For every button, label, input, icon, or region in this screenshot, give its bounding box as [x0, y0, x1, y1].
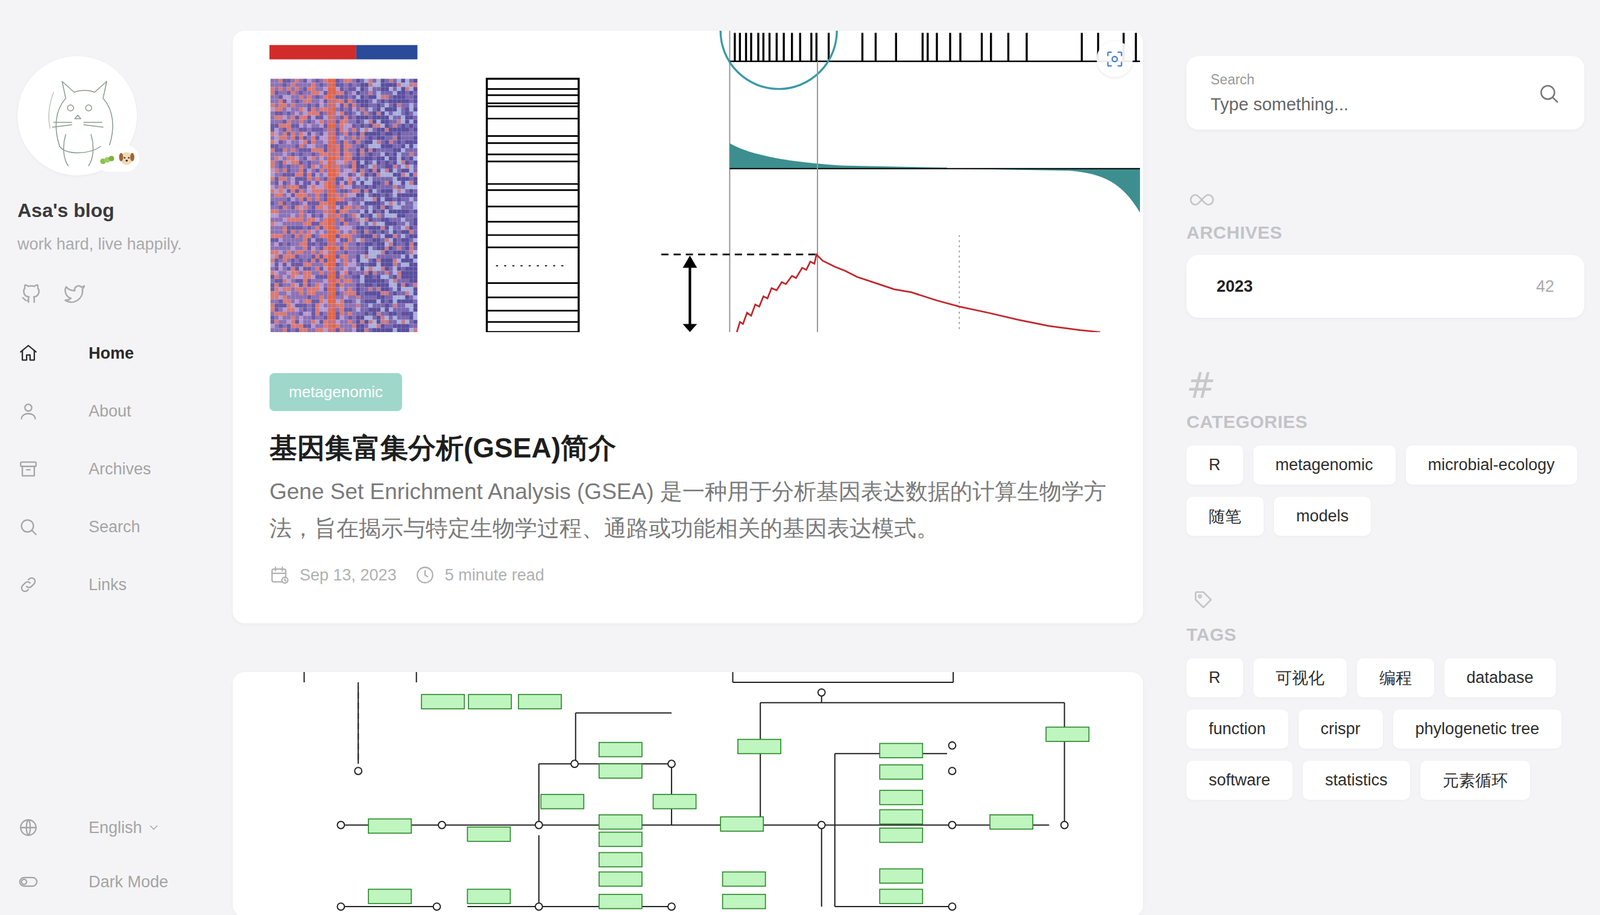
hash-icon: #	[1186, 374, 1585, 398]
calendar-icon	[269, 564, 290, 586]
twitter-link[interactable]	[63, 282, 87, 308]
clock-icon	[414, 564, 436, 586]
category-chip[interactable]: 随笔	[1186, 496, 1264, 536]
blog-tagline: work hard, live happily.	[17, 232, 224, 257]
post-meta: Sep 13, 2023 5 minute read	[269, 563, 1107, 588]
dark-mode-toggle[interactable]: Dark Mode	[17, 854, 224, 910]
avatar[interactable]	[17, 56, 137, 176]
post-body: metagenomic 基因集富集分析(GSEA)简介 Gene Set Enric…	[232, 332, 1144, 624]
tag-icon	[1186, 589, 1221, 611]
tag-list: R可视化编程database functioncrisprphylogenetic…	[1186, 658, 1585, 800]
tag-chip[interactable]: 编程	[1357, 658, 1435, 698]
archive-box-icon	[18, 458, 39, 480]
github-icon	[19, 282, 43, 306]
tag-chip[interactable]: crispr	[1298, 709, 1383, 749]
nav-item[interactable]: Archives	[17, 440, 224, 498]
tag-chip[interactable]: function	[1186, 709, 1289, 749]
zoom-button[interactable]	[1096, 40, 1133, 78]
social-links	[17, 282, 224, 308]
post-list: metagenomic 基因集富集分析(GSEA)简介 Gene Set Enric…	[232, 0, 1144, 915]
tag-chip[interactable]: database	[1444, 658, 1556, 698]
category-badge[interactable]: metagenomic	[269, 373, 403, 412]
tag-chip[interactable]: software	[1186, 760, 1293, 800]
nav-item[interactable]: Home	[17, 324, 224, 383]
home-icon	[18, 343, 39, 364]
archive-item[interactable]: 2023 42	[1186, 255, 1585, 318]
section-title: TAGS	[1186, 622, 1585, 647]
nav-item[interactable]: Search	[17, 497, 224, 556]
archive-year: 2023	[1216, 277, 1253, 297]
post-excerpt: Gene Set Enrichment Analysis (GSEA) 是一种用…	[269, 473, 1107, 547]
chevron-down-icon	[147, 821, 161, 835]
user-icon	[18, 400, 39, 422]
post-cover-image[interactable]	[232, 672, 1144, 915]
scan-icon	[1104, 48, 1125, 70]
github-link[interactable]	[19, 282, 43, 308]
post-card[interactable]: metagenomic 基因集富集分析(GSEA)简介 Gene Set Enric…	[232, 30, 1144, 624]
category-chip[interactable]: models	[1273, 496, 1371, 536]
left-sidebar: Asa's blog work hard, live happily. HomeAb…	[0, 0, 224, 915]
section-heading: ARCHIVES	[1186, 187, 1585, 245]
post-cover-image[interactable]	[232, 30, 1144, 333]
right-sidebar: Search ARCHIVES 2023 42 # CATEGORIES Rmetageno…	[1186, 0, 1585, 800]
avatar-badge	[94, 145, 140, 172]
read-time: 5 minute read	[444, 566, 545, 585]
category-chip[interactable]: R	[1186, 445, 1244, 485]
toggle-icon	[18, 871, 39, 893]
link-icon	[18, 574, 39, 596]
search-icon	[18, 516, 39, 538]
tag-chip[interactable]: statistics	[1302, 760, 1411, 800]
nav-item[interactable]: Links	[17, 555, 224, 614]
search-input[interactable]	[1210, 92, 1538, 117]
section-heading: TAGS	[1186, 589, 1585, 647]
caterpillar-dog-icon	[98, 150, 136, 167]
sidebar-footer: EnglishDark Mode	[17, 800, 224, 915]
section-title: CATEGORIES	[1186, 409, 1585, 435]
main-nav: HomeAboutArchivesSearchLinks	[17, 324, 224, 614]
section-heading: # CATEGORIES	[1186, 374, 1585, 435]
tag-chip[interactable]: phylogenetic tree	[1393, 709, 1563, 749]
blog-name[interactable]: Asa's blog	[17, 198, 224, 223]
post-card[interactable]	[232, 672, 1144, 915]
category-list: Rmetagenomicmicrobial-ecology 随笔models	[1186, 445, 1585, 536]
section-title: ARCHIVES	[1186, 220, 1585, 245]
language-selector[interactable]: English	[17, 800, 224, 855]
translate-icon	[18, 817, 39, 838]
search-box: Search	[1186, 56, 1585, 130]
twitter-icon	[63, 282, 87, 306]
magnifier-icon	[1537, 81, 1561, 105]
archive-count: 42	[1536, 277, 1555, 297]
post-title[interactable]: 基因集富集分析(GSEA)简介	[269, 429, 1107, 467]
search-label: Search	[1210, 70, 1538, 89]
tag-chip[interactable]: R	[1186, 658, 1244, 698]
tag-chip[interactable]: 可视化	[1253, 658, 1347, 698]
infinity-icon	[1186, 187, 1221, 208]
tag-chip[interactable]: 元素循环	[1420, 760, 1531, 800]
nav-item[interactable]: About	[17, 382, 224, 441]
category-chip[interactable]: microbial-ecology	[1405, 445, 1578, 485]
post-date: Sep 13, 2023	[299, 566, 397, 585]
category-chip[interactable]: metagenomic	[1253, 445, 1396, 485]
